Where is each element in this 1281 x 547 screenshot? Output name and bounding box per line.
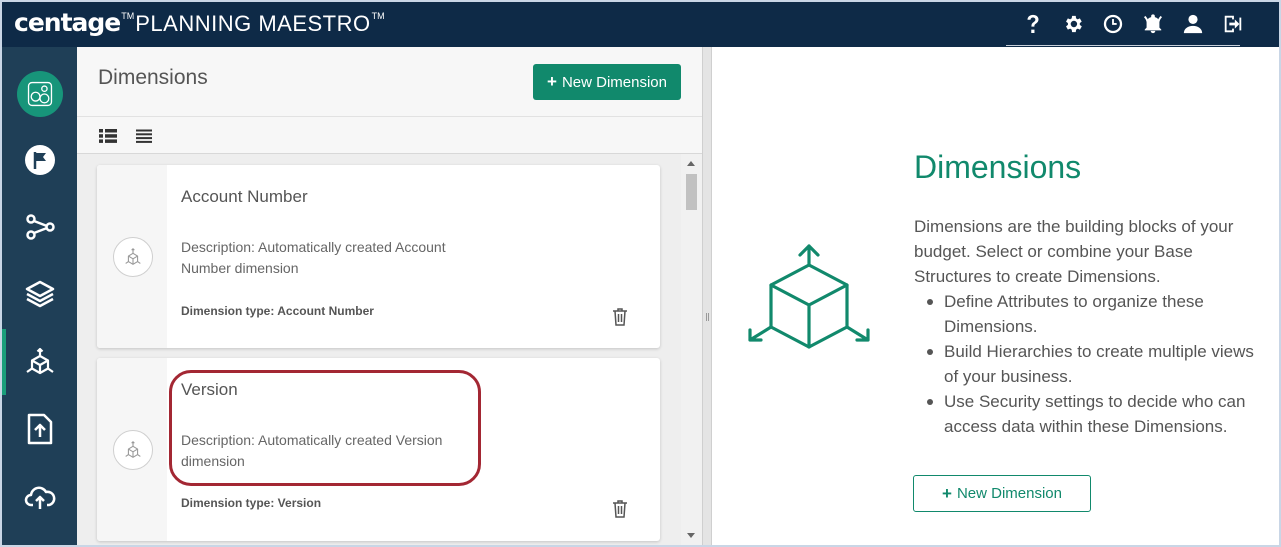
brand-tm: TM (121, 11, 135, 21)
info-bullet-list: Define Attributes to organize these Dime… (927, 289, 1254, 439)
info-bullet: Build Hierarchies to create multiple vie… (927, 339, 1254, 389)
dimensions-cube-illustration-icon (748, 244, 870, 349)
scroll-up-arrow[interactable] (687, 161, 695, 166)
file-upload-icon (27, 413, 52, 445)
delete-icon[interactable] (611, 499, 629, 519)
sidebar-item-upload[interactable] (2, 399, 77, 459)
sidebar-item-flag[interactable] (2, 130, 77, 190)
sidebar-item-cloud-upload[interactable] (2, 467, 77, 527)
plus-icon: + (547, 72, 557, 91)
flag-icon (24, 145, 55, 175)
help-icon[interactable] (1019, 10, 1047, 38)
cloud-upload-icon (24, 486, 55, 509)
panel-splitter[interactable] (702, 47, 712, 545)
card-dimension-type: Dimension type: Version (181, 496, 322, 510)
bell-icon[interactable] (1139, 10, 1167, 38)
info-bullet: Use Security settings to decide who can … (927, 389, 1254, 439)
layers-icon (25, 280, 54, 308)
logout-icon[interactable] (1219, 10, 1247, 38)
product-name: PLANNING MAESTRO (135, 11, 371, 36)
highlight-annotation (169, 370, 481, 486)
view-toggle-bar (77, 117, 702, 154)
scroll-down-arrow[interactable] (687, 533, 695, 538)
dimension-card[interactable]: Account Number Description: Automaticall… (97, 165, 660, 348)
delete-icon[interactable] (611, 307, 629, 327)
new-dimension-outline-button[interactable]: + New Dimension (913, 475, 1091, 512)
dimension-cube-icon (113, 237, 153, 277)
sidebar-item-workflow[interactable] (2, 197, 77, 257)
clock-icon[interactable] (1099, 10, 1127, 38)
dimension-list-panel: Dimensions + New Dimension Account Numbe… (77, 47, 702, 545)
card-view-icon[interactable] (99, 129, 117, 143)
new-dimension-button[interactable]: + New Dimension (533, 64, 681, 100)
cube-icon (25, 347, 54, 375)
product-tm: TM (371, 11, 385, 21)
plus-icon: + (942, 483, 952, 503)
info-description: Dimensions are the building blocks of yo… (914, 217, 1234, 286)
sidebar-item-home[interactable] (2, 64, 77, 124)
brand-logo[interactable]: centage TM PLANNING MAESTRO TM (14, 8, 386, 40)
app-window: centage TM PLANNING MAESTRO TM Dimension… (2, 2, 1279, 545)
list-view-icon[interactable] (135, 129, 153, 143)
card-description: Description: Automatically created Accou… (181, 239, 446, 276)
brand-name: centage (14, 8, 121, 37)
top-divider (1006, 45, 1240, 46)
gear-icon[interactable] (1059, 10, 1087, 38)
dimension-info-panel: Dimensions Dimensions are the building b… (712, 47, 1279, 545)
card-title: Account Number (181, 187, 308, 206)
scroll-thumb[interactable] (686, 174, 697, 210)
info-title: Dimensions (914, 149, 1082, 185)
splitter-grip-icon (706, 313, 709, 321)
top-icons (1019, 10, 1247, 38)
sidebar-item-layers[interactable] (2, 264, 77, 324)
list-scrollbar[interactable] (681, 154, 702, 545)
user-icon[interactable] (1179, 10, 1207, 38)
page-title: Dimensions (98, 66, 208, 89)
nodes-icon (25, 214, 55, 240)
dimension-cube-icon (113, 430, 153, 470)
dimension-list: Account Number Description: Automaticall… (77, 154, 702, 545)
sidebar (2, 47, 77, 545)
new-dimension-outline-button-label: New Dimension (956, 485, 1062, 502)
info-bullet: Define Attributes to organize these Dime… (927, 289, 1254, 339)
sidebar-item-dimensions[interactable] (2, 332, 77, 392)
card-dimension-type: Dimension type: Account Number (181, 304, 374, 318)
new-dimension-button-label: New Dimension (561, 73, 667, 91)
list-header: Dimensions + New Dimension (77, 47, 702, 117)
logo-icon (16, 71, 63, 117)
top-bar: centage TM PLANNING MAESTRO TM (2, 2, 1279, 47)
